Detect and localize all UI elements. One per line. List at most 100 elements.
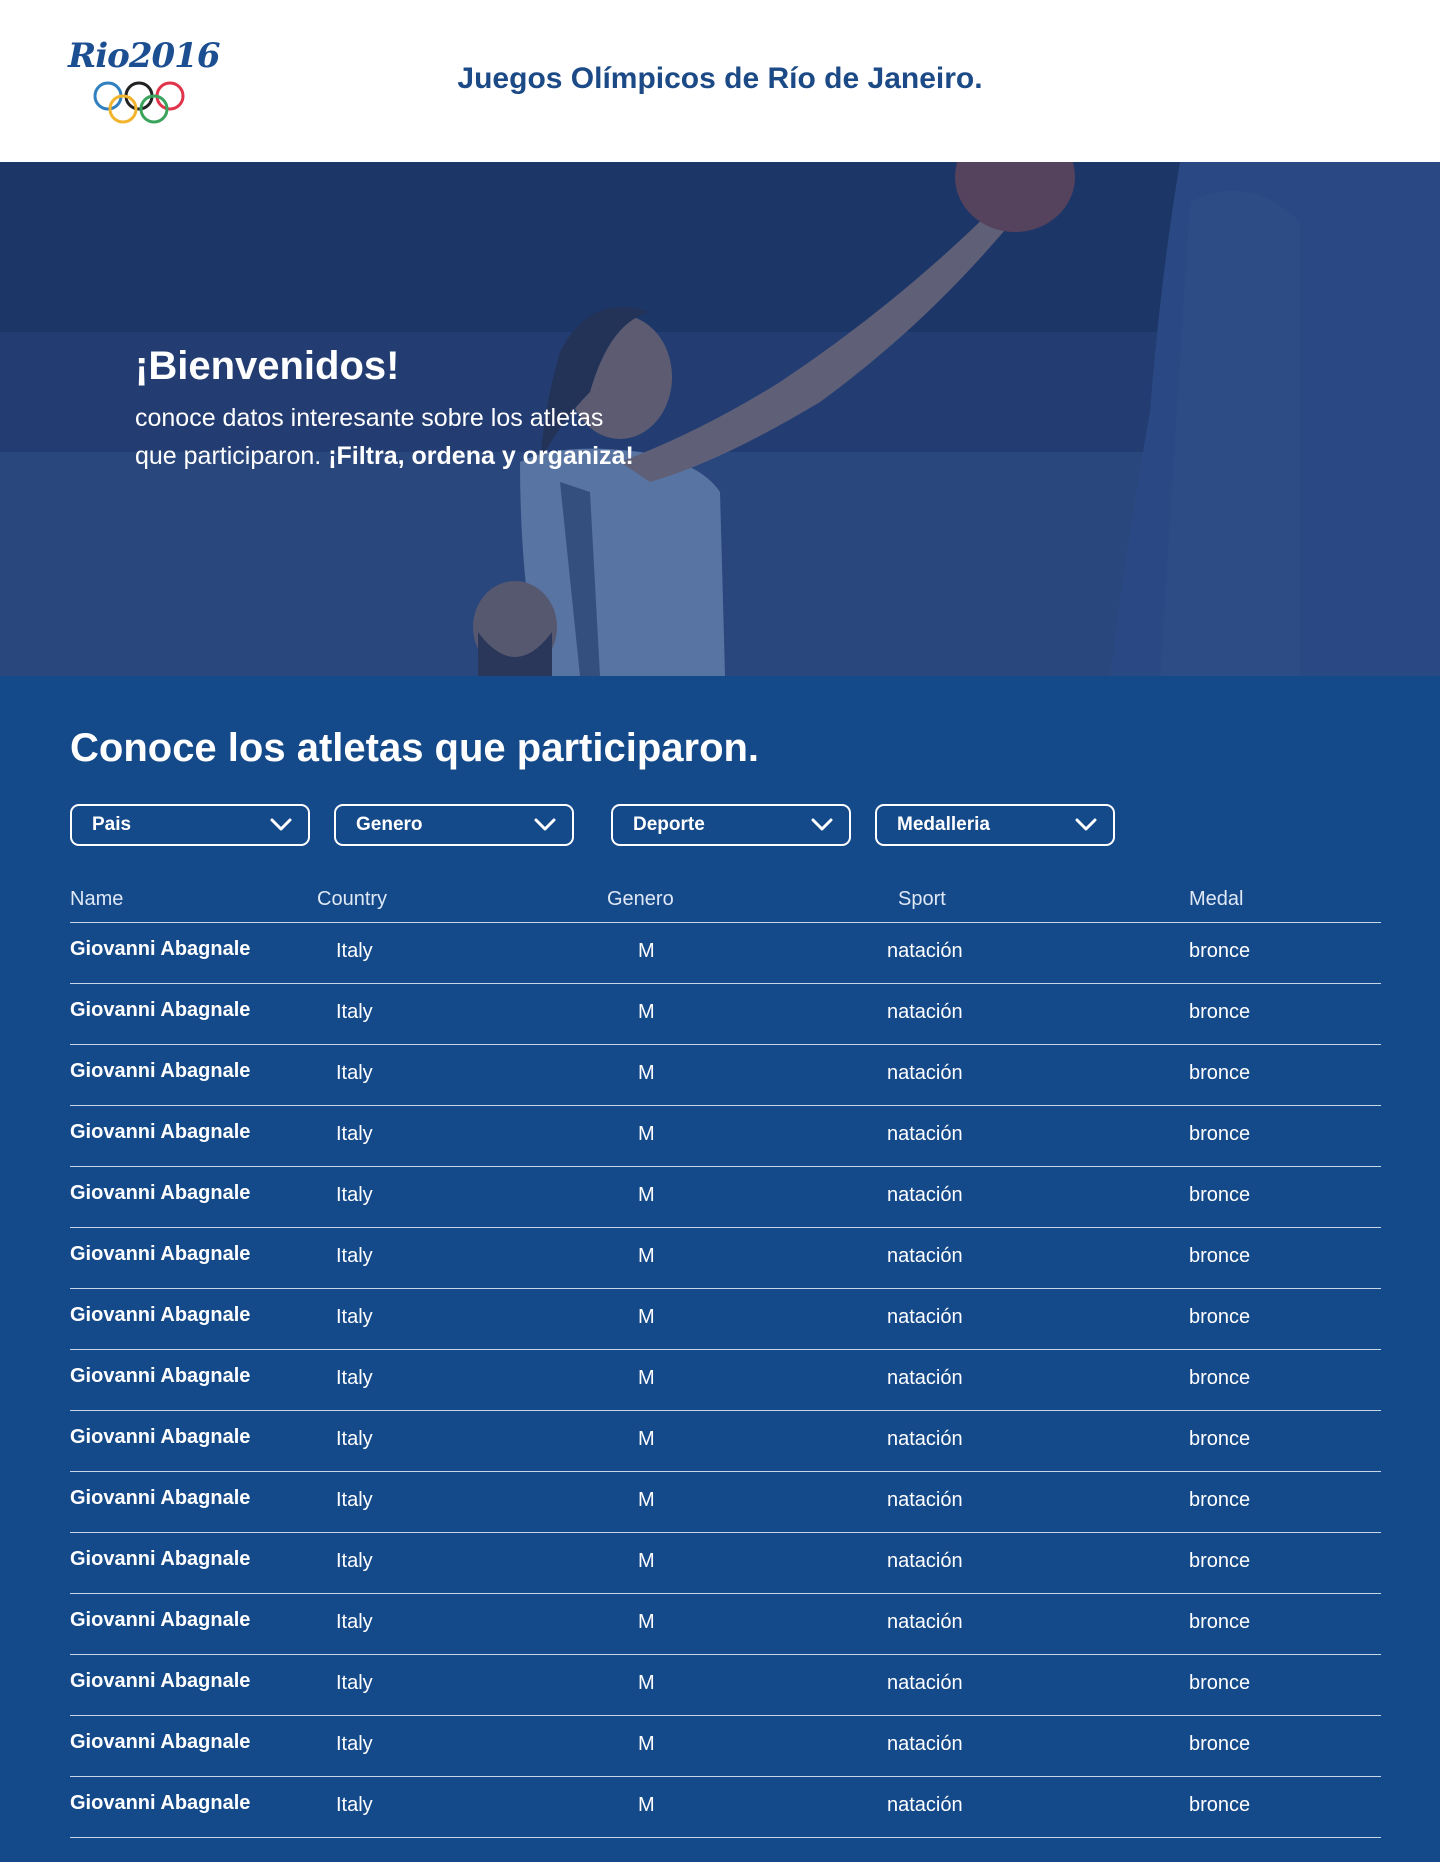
- table-row[interactable]: Giovanni Abagnale Italy Mnatación bronce: [70, 1716, 1381, 1777]
- table-row[interactable]: Giovanni Abagnale Italy Mnatación bronce: [70, 1411, 1381, 1472]
- cell-sport: natación: [887, 1184, 963, 1206]
- cell-medal: bronce: [1189, 1550, 1251, 1572]
- cell-sport: natación: [887, 1550, 963, 1572]
- cell-country: Italy: [336, 1733, 373, 1755]
- filter-pais-select[interactable]: Pais: [70, 804, 310, 846]
- cell-genero: M: [638, 1611, 655, 1633]
- cell-medal: bronce: [1189, 1611, 1251, 1633]
- table-row[interactable]: Giovanni Abagnale Italy Mnatación bronce: [70, 984, 1381, 1045]
- cell-genero: M: [638, 940, 655, 962]
- cell-genero: M: [638, 1489, 655, 1511]
- cell-country: Italy: [336, 1611, 373, 1633]
- hero-banner: ¡Bienvenidos! conoce datos interesante s…: [0, 162, 1440, 676]
- table-row[interactable]: Giovanni Abagnale Italy Mnatación bronce: [70, 1228, 1381, 1289]
- cell-country: Italy: [336, 1123, 373, 1145]
- cell-medal: bronce: [1189, 1062, 1251, 1084]
- table-row[interactable]: Giovanni Abagnale Italy Mnatación bronce: [70, 923, 1381, 984]
- cell-sport: natación: [887, 940, 963, 962]
- table-row[interactable]: Giovanni Abagnale Italy Mnatación bronce: [70, 1472, 1381, 1533]
- cell-genero: M: [638, 1001, 655, 1023]
- table-row[interactable]: Giovanni Abagnale Italy Mnatación bronce: [70, 1655, 1381, 1716]
- cell-sport: natación: [887, 1733, 963, 1755]
- filter-deporte-select[interactable]: Deporte: [611, 804, 851, 846]
- cell-sport: natación: [887, 1306, 963, 1328]
- filter-label: Deporte: [633, 814, 705, 835]
- cell-genero: M: [638, 1245, 655, 1267]
- cell-medal: bronce: [1189, 1123, 1251, 1145]
- cell-genero: M: [638, 1550, 655, 1572]
- cell-name: Giovanni Abagnale: [70, 1243, 251, 1265]
- cell-country: Italy: [336, 1245, 373, 1267]
- cell-medal: bronce: [1189, 1794, 1251, 1816]
- hero-text: ¡Bienvenidos! conoce datos interesante s…: [135, 344, 735, 475]
- chevron-down-icon: [1075, 818, 1097, 831]
- cell-country: Italy: [336, 1184, 373, 1206]
- cell-genero: M: [638, 1123, 655, 1145]
- hero-subtitle-cta: ¡Filtra, ordena y organiza!: [328, 442, 634, 470]
- cell-medal: bronce: [1189, 1306, 1251, 1328]
- cell-country: Italy: [336, 1428, 373, 1450]
- cell-medal: bronce: [1189, 1001, 1251, 1023]
- filter-genero-select[interactable]: Genero: [334, 804, 574, 846]
- cell-medal: bronce: [1189, 1489, 1251, 1511]
- cell-name: Giovanni Abagnale: [70, 1182, 251, 1204]
- cell-name: Giovanni Abagnale: [70, 1365, 251, 1387]
- hero-subtitle-line2: que participaron.: [135, 442, 322, 470]
- table-row[interactable]: Giovanni Abagnale Italy Mnatación bronce: [70, 1289, 1381, 1350]
- cell-name: Giovanni Abagnale: [70, 1121, 251, 1143]
- table-row[interactable]: Giovanni Abagnale Italy Mnatación bronce: [70, 1106, 1381, 1167]
- cell-sport: natación: [887, 1489, 963, 1511]
- cell-genero: M: [638, 1672, 655, 1694]
- cell-name: Giovanni Abagnale: [70, 1426, 251, 1448]
- cell-name: Giovanni Abagnale: [70, 1487, 251, 1509]
- column-header-medal[interactable]: Medal: [1189, 888, 1243, 911]
- cell-name: Giovanni Abagnale: [70, 938, 251, 960]
- cell-genero: M: [638, 1733, 655, 1755]
- cell-sport: natación: [887, 1245, 963, 1267]
- filter-bar: Pais Genero Deporte Medalleria: [70, 804, 1170, 850]
- cell-sport: natación: [887, 1611, 963, 1633]
- cell-medal: bronce: [1189, 1367, 1251, 1389]
- cell-genero: M: [638, 1367, 655, 1389]
- hero-heading: ¡Bienvenidos!: [135, 344, 400, 388]
- cell-genero: M: [638, 1794, 655, 1816]
- cell-sport: natación: [887, 1062, 963, 1084]
- cell-medal: bronce: [1189, 1428, 1251, 1450]
- cell-country: Italy: [336, 1001, 373, 1023]
- section-title: Conoce los atletas que participaron.: [70, 726, 760, 770]
- cell-country: Italy: [336, 1306, 373, 1328]
- column-header-name[interactable]: Name: [70, 888, 123, 911]
- table-row[interactable]: Giovanni Abagnale Italy Mnatación bronce: [70, 1533, 1381, 1594]
- athletes-section: Conoce los atletas que participaron. Pai…: [0, 676, 1440, 1862]
- table-row[interactable]: Giovanni Abagnale Italy Mnatación bronce: [70, 1350, 1381, 1411]
- cell-genero: M: [638, 1184, 655, 1206]
- chevron-down-icon: [534, 818, 556, 831]
- chevron-down-icon: [270, 818, 292, 831]
- table-header-row: Name Country Genero Sport Medal: [70, 868, 1381, 923]
- cell-medal: bronce: [1189, 1733, 1251, 1755]
- filter-medalleria-select[interactable]: Medalleria: [875, 804, 1115, 846]
- cell-sport: natación: [887, 1123, 963, 1145]
- table-row[interactable]: Giovanni Abagnale Italy Mnatación bronce: [70, 1594, 1381, 1655]
- hero-subtitle: conoce datos interesante sobre los atlet…: [135, 399, 735, 475]
- hero-subtitle-line1: conoce datos interesante sobre los atlet…: [135, 404, 604, 432]
- chevron-down-icon: [811, 818, 833, 831]
- column-header-country[interactable]: Country: [317, 888, 387, 911]
- filter-label: Pais: [92, 814, 132, 835]
- site-header: Rio2016 Juegos Olímpicos de Río de Janei…: [0, 0, 1440, 162]
- table-row[interactable]: Giovanni Abagnale Italy Mnatación bronce: [70, 1167, 1381, 1228]
- cell-name: Giovanni Abagnale: [70, 999, 251, 1021]
- filter-label: Medalleria: [897, 814, 990, 835]
- cell-name: Giovanni Abagnale: [70, 1670, 251, 1692]
- page-title: Juegos Olímpicos de Río de Janeiro.: [457, 62, 983, 95]
- column-header-sport[interactable]: Sport: [898, 888, 946, 911]
- column-header-genero[interactable]: Genero: [607, 888, 674, 911]
- cell-sport: natación: [887, 1794, 963, 1816]
- cell-sport: natación: [887, 1672, 963, 1694]
- table-row[interactable]: Giovanni Abagnale Italy Mnatación bronce: [70, 1045, 1381, 1106]
- filter-label: Genero: [356, 814, 423, 835]
- cell-name: Giovanni Abagnale: [70, 1731, 251, 1753]
- table-row[interactable]: Giovanni Abagnale Italy Mnatación bronce: [70, 1777, 1381, 1838]
- cell-genero: M: [638, 1062, 655, 1084]
- cell-medal: bronce: [1189, 940, 1251, 962]
